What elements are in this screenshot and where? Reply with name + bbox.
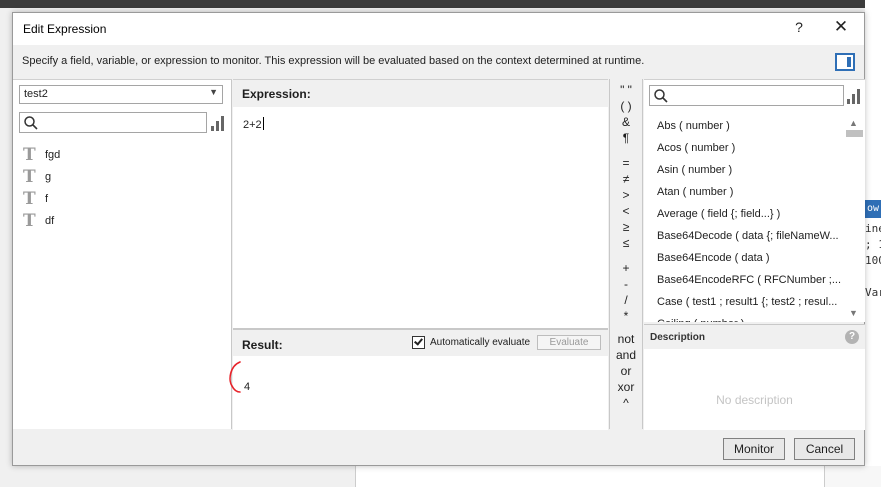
list-item[interactable]: Tf: [23, 188, 60, 210]
description-empty-text: No description: [716, 393, 793, 407]
scrollbar-thumb[interactable]: [846, 130, 863, 137]
list-item[interactable]: Base64Encode ( data ): [657, 247, 847, 269]
expression-header: Expression:: [233, 80, 608, 107]
background-code-line: Var: [865, 286, 881, 299]
result-panel: Result: Automatically evaluate Evaluate …: [233, 330, 608, 430]
list-item[interactable]: Base64EncodeRFC ( RFCNumber ;...: [657, 269, 847, 291]
edit-expression-dialog: Edit Expression ? ✕ Specify a field, var…: [12, 12, 865, 466]
operator-not-equals[interactable]: ≠: [610, 172, 642, 186]
description-panel: Description ? No description: [644, 324, 865, 430]
scroll-up-arrow-icon[interactable]: ▲: [849, 118, 858, 128]
function-list: Abs ( number ) Acos ( number ) Asin ( nu…: [657, 115, 847, 322]
background-app-panel: [824, 466, 881, 487]
expression-panel: Expression: 2+2: [233, 79, 608, 328]
text-field-icon: T: [23, 189, 36, 209]
function-search-input[interactable]: [649, 85, 844, 106]
operator-xor[interactable]: xor: [610, 380, 642, 394]
red-annotation-mark: [229, 361, 241, 393]
monitor-button[interactable]: Monitor: [723, 438, 785, 460]
operator-and[interactable]: and: [610, 348, 642, 362]
operators-column: " " ( ) & ¶ = ≠ > < ≥ ≤ + - / * not and …: [609, 79, 643, 429]
operator-pilcrow[interactable]: ¶: [610, 131, 642, 145]
operator-greater[interactable]: >: [610, 188, 642, 202]
text-field-icon: T: [23, 145, 36, 165]
operator-greater-equal[interactable]: ≥: [610, 220, 642, 234]
result-label: Result:: [242, 338, 283, 352]
background-code-line: 100: [865, 254, 881, 267]
datasource-select[interactable]: test2 ▼: [19, 85, 223, 104]
fields-panel: test2 ▼ Tfgd Tg Tf Tdf: [13, 79, 232, 429]
list-item[interactable]: Tfgd: [23, 144, 60, 166]
operator-multiply[interactable]: *: [610, 309, 642, 323]
operator-equals[interactable]: =: [610, 156, 642, 170]
operator-less[interactable]: <: [610, 204, 642, 218]
auto-evaluate-checkbox[interactable]: Automatically evaluate: [412, 336, 530, 349]
background-code-line: ine: [865, 222, 881, 235]
list-item[interactable]: Case ( test1 ; result1 {; test2 ; resul.…: [657, 291, 847, 313]
chevron-down-icon: ▼: [209, 87, 218, 97]
search-icon: [654, 89, 668, 103]
sort-icon[interactable]: [846, 88, 862, 104]
expression-label: Expression:: [242, 87, 311, 101]
operator-ampersand[interactable]: &: [610, 115, 642, 129]
help-button[interactable]: ?: [789, 19, 809, 39]
result-header: Result: Automatically evaluate Evaluate: [233, 330, 608, 356]
list-item[interactable]: Base64Decode ( data {; fileNameW...: [657, 225, 847, 247]
cancel-button[interactable]: Cancel: [794, 438, 855, 460]
text-field-icon: T: [23, 167, 36, 187]
list-item[interactable]: Tdf: [23, 210, 60, 232]
evaluate-button[interactable]: Evaluate: [537, 335, 601, 350]
list-item[interactable]: Acos ( number ): [657, 137, 847, 159]
operator-divide[interactable]: /: [610, 293, 642, 307]
operator-power[interactable]: ^: [610, 396, 642, 410]
operator-less-equal[interactable]: ≤: [610, 236, 642, 250]
description-label: Description: [650, 332, 706, 343]
field-list: Tfgd Tg Tf Tdf: [23, 144, 60, 232]
operator-or[interactable]: or: [610, 364, 642, 378]
sort-icon[interactable]: [210, 115, 226, 131]
scroll-down-arrow-icon[interactable]: ▼: [849, 308, 858, 318]
checkbox-checked-icon: [412, 336, 425, 349]
panel-layout-toggle-icon[interactable]: [835, 53, 855, 71]
list-item[interactable]: Average ( field {; field...} ): [657, 203, 847, 225]
operator-minus[interactable]: -: [610, 277, 642, 291]
functions-panel: Abs ( number ) Acos ( number ) Asin ( nu…: [644, 79, 865, 322]
field-search-input[interactable]: [19, 112, 207, 133]
search-icon: [24, 116, 38, 130]
background-app-titlebar: [0, 0, 881, 8]
dialog-title: Edit Expression: [23, 22, 107, 36]
list-item[interactable]: Tg: [23, 166, 60, 188]
description-header: Description ?: [644, 325, 865, 349]
background-code-line: ; 1: [865, 238, 881, 251]
list-item[interactable]: Abs ( number ): [657, 115, 847, 137]
list-item[interactable]: Asin ( number ): [657, 159, 847, 181]
operator-plus[interactable]: +: [610, 261, 642, 275]
help-circle-icon[interactable]: ?: [845, 330, 859, 344]
operator-not[interactable]: not: [610, 332, 642, 346]
close-button[interactable]: ✕: [829, 17, 853, 41]
dialog-titlebar: Edit Expression ? ✕: [13, 13, 864, 45]
auto-evaluate-label: Automatically evaluate: [430, 337, 531, 348]
expression-editor[interactable]: 2+2: [243, 117, 264, 131]
background-app-panel: [355, 466, 865, 487]
operator-parentheses[interactable]: ( ): [610, 99, 642, 113]
expression-value: 2+2: [243, 119, 262, 131]
operator-quotes[interactable]: " ": [610, 83, 642, 97]
list-item[interactable]: Atan ( number ): [657, 181, 847, 203]
text-field-icon: T: [23, 211, 36, 231]
background-app-highlight: ow: [865, 200, 881, 218]
instructions-text: Specify a field, variable, or expression…: [22, 55, 645, 67]
list-item[interactable]: Ceiling ( number ): [657, 313, 847, 322]
result-value: 4: [244, 381, 251, 393]
text-caret: [262, 117, 264, 130]
datasource-value: test2: [24, 88, 48, 100]
